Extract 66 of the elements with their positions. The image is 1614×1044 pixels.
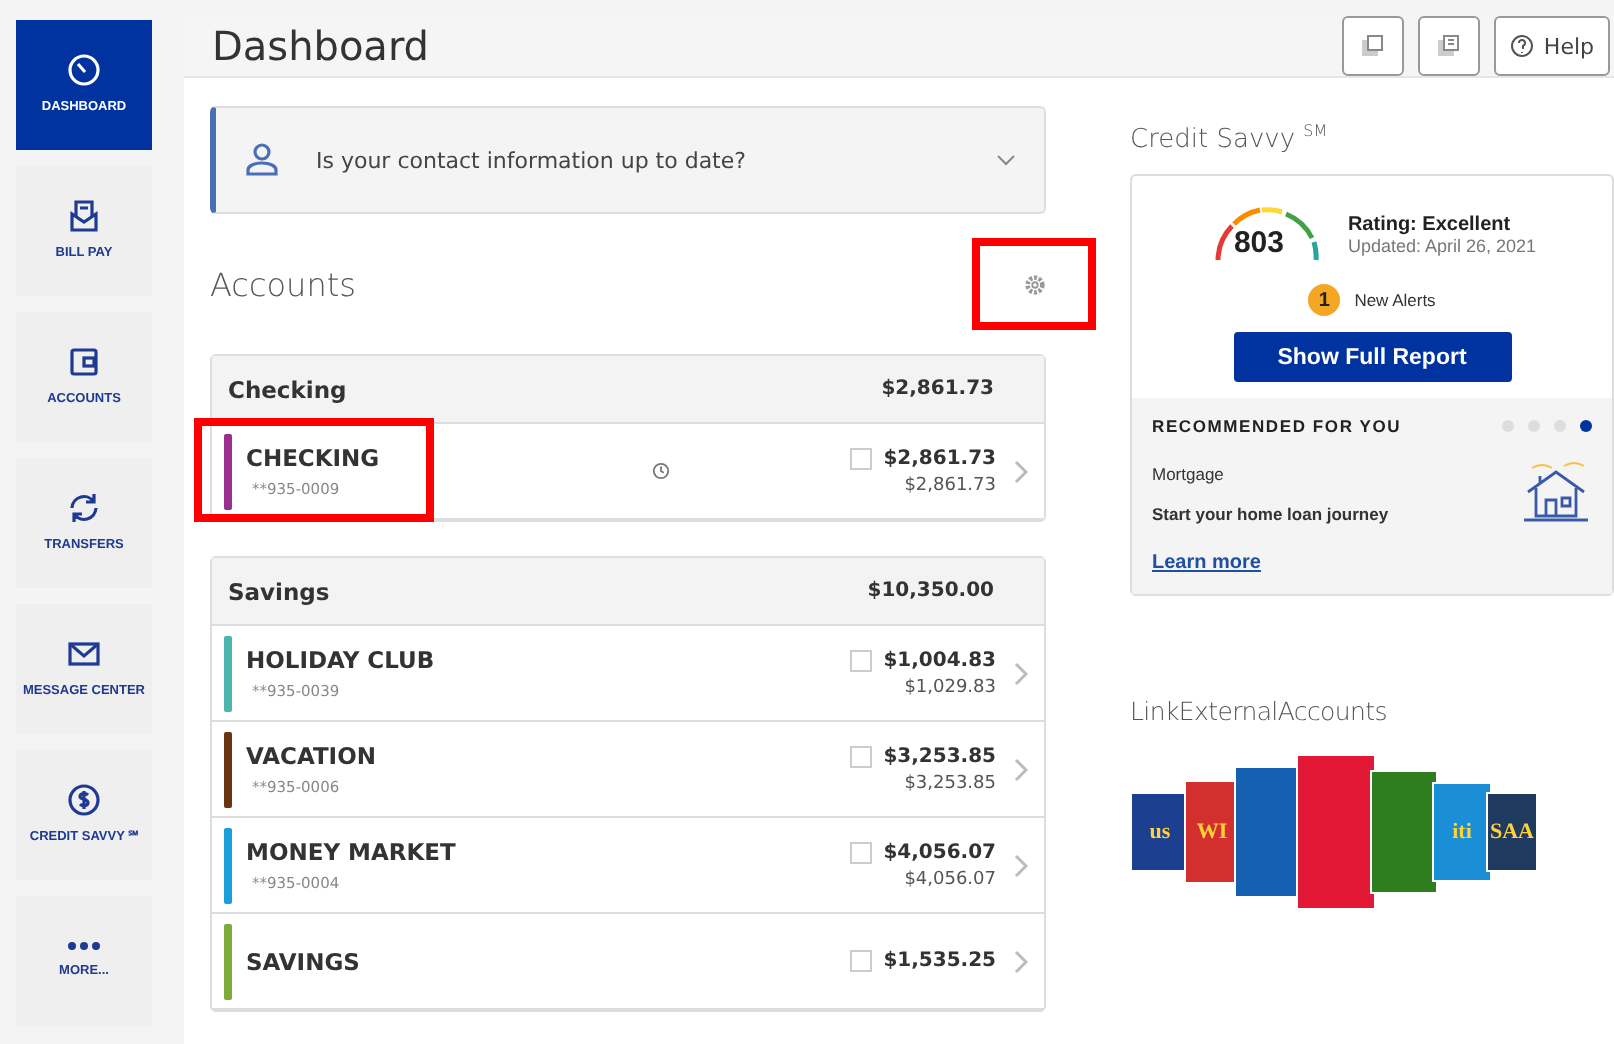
chevron-right-icon [1014, 661, 1028, 685]
available-badge [849, 745, 872, 767]
available-badge [849, 841, 872, 863]
export-button[interactable] [1417, 16, 1480, 76]
available-badge [849, 447, 872, 469]
available-badge [849, 950, 872, 972]
alerts-label: New Alerts [1354, 290, 1436, 311]
learn-more-link[interactable]: Learn more [1152, 552, 1592, 575]
group-name: Savings [228, 577, 330, 605]
more-dots-icon [66, 940, 102, 953]
updated-date: Updated: April 26, 2021 [1347, 235, 1537, 256]
chevron-right-icon [1014, 949, 1028, 973]
product-name: Mortgage [1152, 464, 1226, 485]
current-balance: $2,861.73 [904, 475, 996, 495]
page-title: Dashboard [212, 22, 432, 70]
credit-score: 803 [1233, 226, 1284, 261]
house-icon [1520, 460, 1592, 525]
help-icon [1509, 34, 1534, 58]
current-balance: $1,029.83 [904, 677, 996, 697]
wallet-icon [66, 344, 102, 381]
product-tagline: Start your home loan journey [1152, 504, 1389, 525]
gauge-icon [66, 52, 102, 89]
chevron-right-icon [1014, 757, 1028, 781]
credit-savvy-heading: Credit Savvy $^{SM}$ [1130, 122, 1330, 155]
chevron-icon [996, 154, 1016, 166]
account-name: HOLIDAY CLUB [246, 646, 437, 674]
bank-logo-tile[interactable]: us [1130, 792, 1190, 873]
bank-logo-tile[interactable] [1370, 770, 1438, 895]
link-accounts-heading: LinkExternalAccounts [1130, 696, 1389, 727]
recommended-heading: RECOMMENDED FOR YOU [1152, 416, 1402, 437]
available-balance: $2,861.73 [883, 447, 996, 469]
rating-text: Rating: Excellent [1347, 213, 1513, 236]
alert-count-badge: 1 [1308, 284, 1341, 317]
carousel-dot[interactable] [1580, 420, 1592, 433]
dollar-icon [66, 782, 102, 819]
account-name: CHECKING [246, 444, 382, 472]
account-name: VACATION [246, 742, 378, 770]
transfer-icon [66, 490, 102, 527]
available-badge [849, 649, 872, 671]
available-balance: $3,253.85 [883, 745, 996, 767]
chevron-right-icon [1014, 853, 1028, 877]
settings-icon[interactable] [1023, 273, 1045, 295]
group-total: $2,861.73 [881, 378, 994, 400]
print-icon [1360, 34, 1385, 58]
export-icon [1436, 34, 1461, 58]
contact-banner[interactable]: Is your contact information up to date? [210, 106, 1046, 214]
envelope-bill-icon [66, 198, 102, 235]
chevron-right-icon [1014, 459, 1028, 483]
group-total: $10,350.00 [867, 580, 994, 602]
print-button[interactable] [1341, 16, 1404, 76]
available-balance: $1,004.83 [883, 649, 996, 671]
bank-logo-tile[interactable] [1296, 754, 1376, 911]
available-balance: $1,535.25 [883, 950, 996, 972]
bank-logo-tile[interactable] [1234, 766, 1302, 899]
available-balance: $4,056.07 [883, 841, 996, 863]
group-name: Checking [228, 375, 347, 403]
accounts-heading: Accounts [210, 265, 356, 303]
help-button[interactable]: Help [1493, 16, 1610, 76]
account-name: MONEY MARKET [246, 838, 458, 866]
current-balance: $4,056.07 [904, 869, 996, 889]
person-icon [244, 142, 280, 178]
current-balance: $3,253.85 [904, 773, 996, 793]
show-report-button[interactable]: Show Full Report [1233, 332, 1511, 383]
banner-text: Is your contact information up to date? [316, 147, 748, 173]
bank-logo-tile[interactable]: SAA [1486, 792, 1538, 873]
account-name: SAVINGS [246, 947, 362, 975]
